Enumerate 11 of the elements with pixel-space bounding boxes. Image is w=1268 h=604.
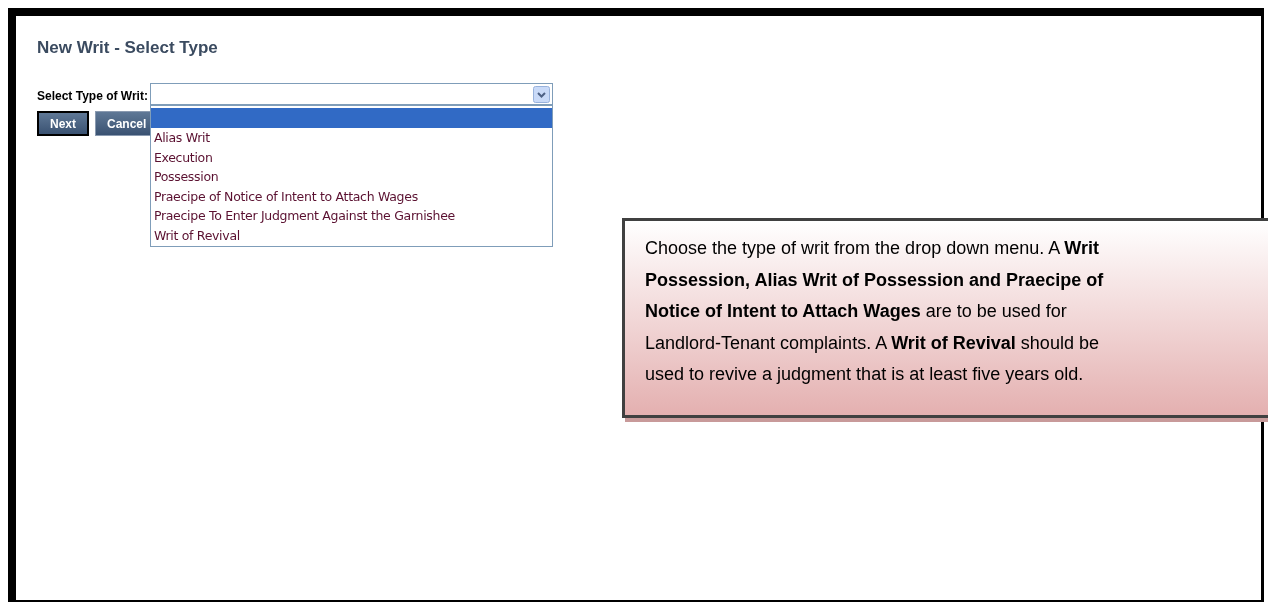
dropdown-option[interactable]: Possession (150, 167, 552, 187)
form-button[interactable]: Next (37, 111, 89, 136)
page-title: New Writ - Select Type (37, 38, 219, 58)
field-label: Select Type of Writ: (37, 89, 148, 103)
callout-text: Choose the type of writ from the drop down menu. A Writ Possession, Alias Writ of Possession and Praecipe of Notice of Intent to Attach Wages are to be used for Landlord-Tenant complaints. A Writ of Revival should be used to revive a judgment that is at least five years old. (645, 237, 1105, 386)
dropdown-option[interactable]: Writ of Revival (150, 225, 552, 245)
dropdown-option[interactable]: Praecipe To Enter Judgment Against the Garnishee (150, 206, 552, 226)
dropdown-option[interactable]: Execution (150, 147, 552, 167)
dropdown-option[interactable]: Praecipe of Notice of Intent to Attach Wages (150, 186, 552, 206)
writ-type-dropdown[interactable] (149, 83, 553, 105)
chevron-down-icon[interactable] (532, 85, 550, 103)
